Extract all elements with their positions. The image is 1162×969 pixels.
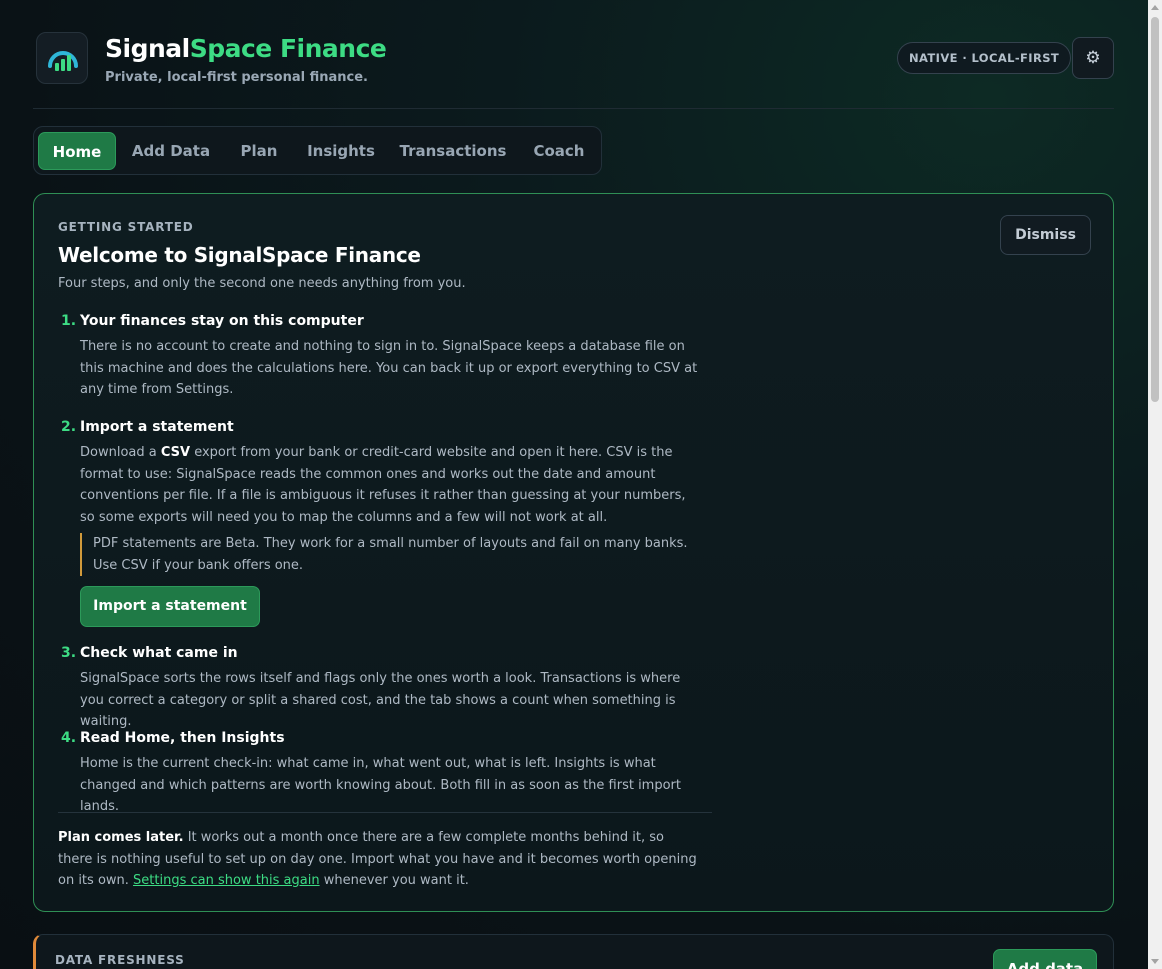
step-title-text: Your finances stay on this computer <box>80 313 364 329</box>
step-title-text: Import a statement <box>80 419 234 435</box>
step-body-emphasis: CSV <box>160 445 191 460</box>
step-body: Home is the current check-in: what came … <box>80 756 681 814</box>
step-number: 2. <box>61 419 77 435</box>
brand-name: SignalSpace Finance <box>105 34 387 64</box>
footer-text-tail: whenever you want it. <box>319 873 469 888</box>
pdf-beta-note: PDF statements are Beta. They work for a… <box>80 533 700 576</box>
header-divider <box>33 108 1114 109</box>
tab-transactions[interactable]: Transactions <box>390 132 516 170</box>
scrollbar-thumb[interactable] <box>1151 17 1159 402</box>
settings-show-again-link[interactable]: Settings can show this again <box>133 873 320 888</box>
step-number: 4. <box>61 730 77 746</box>
brand: SignalSpace Finance Private, local-first… <box>105 34 387 85</box>
step-body-text: Download a <box>80 445 161 460</box>
step-body: SignalSpace sorts the rows itself and fl… <box>80 671 681 729</box>
step-title: 4. Read Home, then Insights <box>61 728 721 748</box>
step-title: 1. Your finances stay on this computer <box>61 311 721 331</box>
step-number: 1. <box>61 313 77 329</box>
tab-home[interactable]: Home <box>38 132 116 170</box>
step-4: 4. Read Home, then Insights Home is the c… <box>61 728 721 818</box>
import-statement-button[interactable]: Import a statement <box>80 586 260 627</box>
step-body: Download a CSV export from your bank or … <box>80 442 700 528</box>
getting-started-card: GETTING STARTED Welcome to SignalSpace F… <box>33 193 1114 912</box>
card-divider <box>58 812 712 813</box>
brand-name-primary: Signal <box>105 34 190 63</box>
step-title-text: Check what came in <box>80 645 238 661</box>
card-title: Welcome to SignalSpace Finance <box>58 243 421 267</box>
app-logo <box>36 32 88 84</box>
add-data-button[interactable]: Add data <box>993 949 1097 969</box>
step-number: 3. <box>61 645 77 661</box>
step-3: 3. Check what came in SignalSpace sorts t… <box>61 643 721 733</box>
app-header: SignalSpace Finance Private, local-first… <box>33 30 1114 90</box>
scroll-down-arrow-icon[interactable] <box>1151 959 1159 964</box>
card-eyebrow: GETTING STARTED <box>58 220 194 234</box>
plan-later-note: Plan comes later. It works out a month o… <box>58 827 698 892</box>
footer-emphasis: Plan comes later. <box>58 830 184 845</box>
brand-name-accent: Space Finance <box>189 34 387 63</box>
data-freshness-eyebrow: DATA FRESHNESS <box>55 953 185 967</box>
tab-plan[interactable]: Plan <box>226 132 292 170</box>
gear-icon: ⚙ <box>1085 48 1101 68</box>
tab-add-data[interactable]: Add Data <box>122 132 220 170</box>
tab-coach[interactable]: Coach <box>522 132 596 170</box>
brand-tagline: Private, local-first personal finance. <box>105 70 368 85</box>
step-body: There is no account to create and nothin… <box>80 339 698 397</box>
page-scrollbar[interactable] <box>1148 0 1162 969</box>
tab-insights[interactable]: Insights <box>298 132 384 170</box>
settings-button[interactable]: ⚙ <box>1072 37 1114 79</box>
step-1: 1. Your finances stay on this computer Th… <box>61 311 721 401</box>
data-freshness-card: DATA FRESHNESS Add data <box>33 934 1114 969</box>
step-title-text: Read Home, then Insights <box>80 730 285 746</box>
step-title: 2. Import a statement <box>61 417 721 437</box>
mode-badge: NATIVE · LOCAL-FIRST <box>897 42 1072 74</box>
card-subtitle: Four steps, and only the second one need… <box>58 276 466 291</box>
dismiss-button[interactable]: Dismiss <box>1000 215 1091 255</box>
step-title: 3. Check what came in <box>61 643 721 663</box>
main-tabs: Home Add Data Plan Insights Transactions… <box>33 126 602 175</box>
scroll-up-arrow-icon[interactable] <box>1151 5 1159 10</box>
step-2: 2. Import a statement Download a CSV expo… <box>61 417 721 627</box>
signal-gauge-icon <box>48 51 78 71</box>
